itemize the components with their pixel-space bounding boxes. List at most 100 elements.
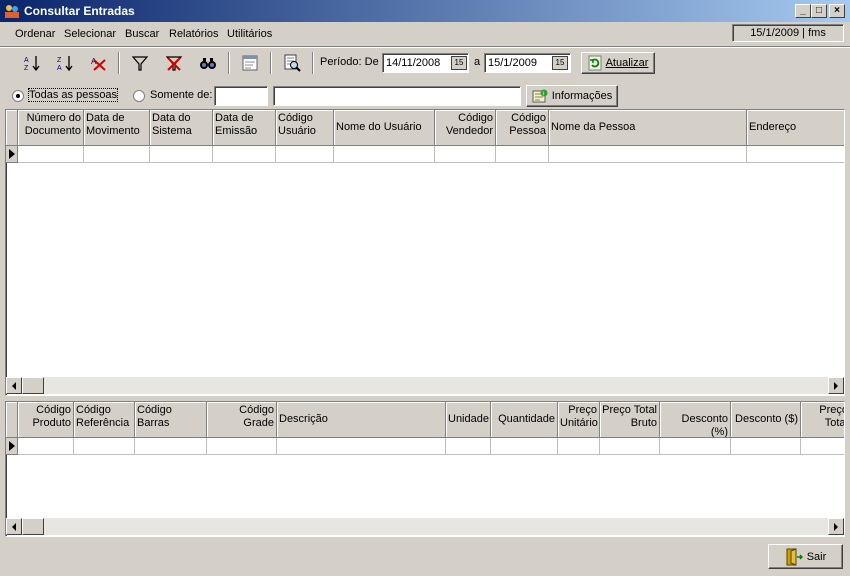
find-button[interactable] xyxy=(196,52,220,74)
filter-icon xyxy=(131,56,149,71)
col-desconto-percent[interactable]: Desconto (%) xyxy=(660,402,731,438)
col-data-sistema[interactable]: Data do Sistema xyxy=(150,110,213,146)
sair-button[interactable]: Sair xyxy=(768,544,843,569)
clear-sort-icon: A xyxy=(91,57,106,71)
todas-pessoas-label[interactable]: Todas as pessoas xyxy=(27,88,119,102)
calendar-icon: 15 xyxy=(555,58,565,67)
refresh-icon xyxy=(588,55,602,71)
menu-buscar[interactable]: Buscar xyxy=(125,28,159,40)
col-codigo-usuario[interactable]: Código Usuário xyxy=(276,110,334,146)
svg-text:i: i xyxy=(542,92,543,98)
itens-grid-hscroll[interactable] xyxy=(6,518,844,535)
menu-selecionar[interactable]: Selecionar xyxy=(64,28,116,40)
date-from-value: 14/11/2008 xyxy=(386,57,441,69)
col-codigo-grade[interactable]: Código Grade xyxy=(207,402,277,438)
menu-relatorios[interactable]: Relatórios xyxy=(169,28,219,40)
scroll-left-button[interactable] xyxy=(6,518,22,535)
scroll-right-button[interactable] xyxy=(828,518,844,535)
col-nome-usuario[interactable]: Nome do Usuário xyxy=(334,110,435,146)
sort-za-button[interactable]: ZA xyxy=(53,52,77,74)
menu-utilitarios[interactable]: Utilitários xyxy=(227,28,272,40)
report-button[interactable] xyxy=(238,52,262,74)
clear-sort-button[interactable]: A xyxy=(87,52,111,74)
user-date-status: 15/1/2009 | fms xyxy=(732,24,844,42)
col-codigo-produto[interactable]: Código Produto xyxy=(18,402,74,438)
svg-text:Z: Z xyxy=(24,65,29,72)
table-row[interactable] xyxy=(6,146,844,163)
toolbar-separator xyxy=(228,52,230,74)
entradas-grid-hscroll[interactable] xyxy=(6,377,844,394)
col-quantidade[interactable]: Quantidade xyxy=(491,402,558,438)
col-endereco[interactable]: Endereço xyxy=(747,110,844,146)
col-desconto-valor[interactable]: Desconto ($) xyxy=(731,402,801,438)
date-to-calendar-button[interactable]: 15 xyxy=(552,56,568,70)
filter-button[interactable] xyxy=(128,52,152,74)
toolbar-divider xyxy=(0,46,850,48)
minimize-button[interactable]: _ xyxy=(795,4,811,18)
grid-corner xyxy=(6,110,18,146)
col-codigo-referencia[interactable]: Código Referência xyxy=(74,402,135,438)
print-preview-button[interactable] xyxy=(280,52,304,74)
col-codigo-vendedor[interactable]: Código Vendedor xyxy=(435,110,496,146)
date-to-value: 15/1/2009 xyxy=(488,57,537,69)
scroll-left-button[interactable] xyxy=(6,377,22,394)
app-icon xyxy=(5,5,19,18)
col-nome-pessoa[interactable]: Nome da Pessoa xyxy=(549,110,747,146)
col-data-movimento[interactable]: Data de Movimento xyxy=(84,110,150,146)
sort-az-icon: AZ xyxy=(24,56,40,72)
pessoa-name-input[interactable] xyxy=(273,86,521,106)
col-descricao[interactable]: Descrição xyxy=(277,402,446,438)
toolbar-separator xyxy=(270,52,272,74)
scroll-right-icon xyxy=(834,381,838,390)
preview-icon xyxy=(284,54,301,72)
current-row-indicator xyxy=(6,146,18,163)
col-unidade[interactable]: Unidade xyxy=(446,402,491,438)
col-numero-documento[interactable]: Número do Documento xyxy=(18,110,84,146)
menu-bar: Ordenar Selecionar Buscar Relatórios Uti… xyxy=(0,25,850,45)
a-label: a xyxy=(474,56,481,68)
todas-pessoas-radio[interactable] xyxy=(12,90,24,102)
col-data-emissao[interactable]: Data de Emissão xyxy=(213,110,276,146)
scroll-left-icon xyxy=(12,522,16,531)
somente-de-label[interactable]: Somente de: xyxy=(150,89,212,101)
close-button[interactable]: × xyxy=(829,4,845,18)
calendar-icon: 15 xyxy=(454,58,464,67)
atualizar-label: Atualizar xyxy=(605,57,649,69)
itens-grid[interactable]: Código Produto Código Referência Código … xyxy=(5,401,845,537)
col-codigo-pessoa[interactable]: Código Pessoa xyxy=(496,110,549,146)
entradas-grid-header: Número do Documento Data de Movimento Da… xyxy=(6,110,844,146)
scroll-thumb[interactable] xyxy=(22,518,44,535)
col-preco-total-bruto[interactable]: Preço Total Bruto xyxy=(600,402,660,438)
entradas-grid[interactable]: Número do Documento Data de Movimento Da… xyxy=(5,109,845,396)
current-row-indicator xyxy=(6,438,18,455)
pessoa-code-input[interactable] xyxy=(214,86,268,106)
atualizar-button[interactable]: Atualizar xyxy=(581,52,655,74)
sair-label: Sair xyxy=(806,550,827,563)
scroll-right-icon xyxy=(834,522,838,531)
clear-filter-icon xyxy=(165,56,183,71)
svg-text:A: A xyxy=(57,65,62,72)
title-bar: Consultar Entradas _ □ × xyxy=(0,0,850,22)
scroll-thumb[interactable] xyxy=(22,377,44,394)
sort-za-icon: ZA xyxy=(57,56,73,72)
somente-de-radio[interactable] xyxy=(133,90,145,102)
sort-az-button[interactable]: AZ xyxy=(20,52,44,74)
find-icon xyxy=(200,58,216,69)
menu-ordenar[interactable]: Ordenar xyxy=(15,28,55,40)
col-preco-total[interactable]: Preço Total xyxy=(801,402,844,438)
maximize-button[interactable]: □ xyxy=(811,4,827,18)
toolbar-separator xyxy=(118,52,120,74)
clear-filter-button[interactable] xyxy=(162,52,186,74)
svg-text:Z: Z xyxy=(57,57,62,64)
col-codigo-barras[interactable]: Código Barras xyxy=(135,402,207,438)
table-row[interactable] xyxy=(6,438,844,455)
col-preco-unitario[interactable]: Preço Unitário xyxy=(558,402,600,438)
info-icon: i xyxy=(532,89,548,103)
itens-grid-header: Código Produto Código Referência Código … xyxy=(6,402,844,438)
scroll-right-button[interactable] xyxy=(828,377,844,394)
exit-door-icon xyxy=(786,547,803,566)
toolbar-separator xyxy=(312,52,314,74)
periodo-label: Período: De xyxy=(320,56,379,68)
informacoes-button[interactable]: i Informações xyxy=(526,85,618,107)
date-from-calendar-button[interactable]: 15 xyxy=(451,56,467,70)
